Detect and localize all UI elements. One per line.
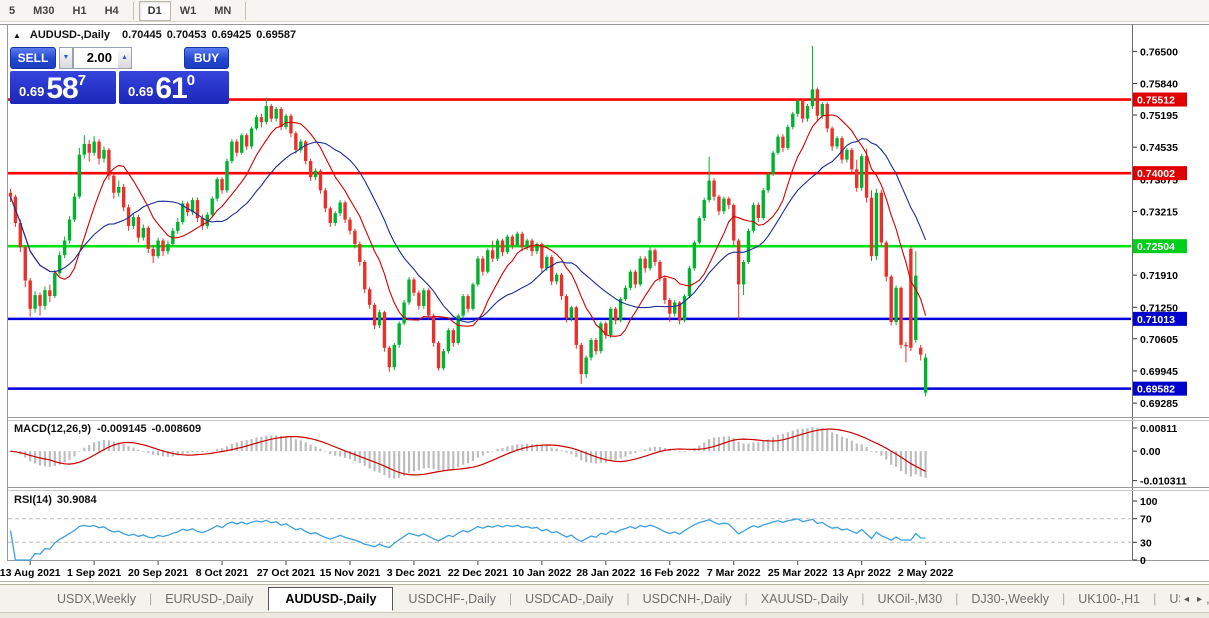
svg-text:0.76500: 0.76500 <box>1140 46 1178 58</box>
ohlc-close: 0.69587 <box>256 29 296 41</box>
svg-text:7 Mar 2022: 7 Mar 2022 <box>707 567 761 579</box>
svg-text:10 Jan 2022: 10 Jan 2022 <box>512 567 571 579</box>
price-axis-badges: 0.75512 0.74002 0.72504 0.71013 0.69582 <box>1133 93 1187 396</box>
one-click-trade-panel: SELL ▼ ▲ BUY 0.69 58 7 0.69 61 0 <box>10 45 229 106</box>
svg-text:20 Sep 2021: 20 Sep 2021 <box>128 567 188 579</box>
svg-text:15 Nov 2021: 15 Nov 2021 <box>320 567 381 579</box>
tab-usdcnh-daily[interactable]: USDCNH-,Daily <box>630 588 745 610</box>
buy-price-display[interactable]: 0.69 61 0 <box>119 71 229 104</box>
tab-uk100-h1[interactable]: UK100-,H1 <box>1065 588 1153 610</box>
toolbar-separator <box>245 2 246 20</box>
rsi-value: 30.9084 <box>57 494 98 506</box>
timeframe-button-m30[interactable]: M30 <box>24 1 63 21</box>
tab-usdcad-daily[interactable]: USDCAD-,Daily <box>512 588 626 610</box>
buy-price-pipette: 0 <box>187 72 195 89</box>
svg-text:-0.010311: -0.010311 <box>1140 476 1187 488</box>
tab-usdx-weekly[interactable]: USDX,Weekly <box>44 588 149 610</box>
svg-text:16 Feb 2022: 16 Feb 2022 <box>640 567 700 579</box>
buy-price-prefix: 0.69 <box>128 84 153 102</box>
timeframe-button-5[interactable]: 5 <box>0 1 24 21</box>
tab-dj30-weekly[interactable]: DJ30-,Weekly <box>958 588 1062 610</box>
svg-text:25 Mar 2022: 25 Mar 2022 <box>768 567 828 579</box>
svg-text:28 Jan 2022: 28 Jan 2022 <box>576 567 635 579</box>
chart-header: ▲ AUDUSD-,Daily 0.70445 0.70453 0.69425 0.6… <box>13 29 296 41</box>
rsi-panel-label: RSI(14)30.9084 <box>14 494 98 506</box>
macd-value-signal: -0.008609 <box>152 423 202 435</box>
tab-scroll-right-icon[interactable]: ▸ <box>1197 594 1202 605</box>
ohlc-low: 0.69425 <box>212 29 252 41</box>
svg-text:0.71013: 0.71013 <box>1137 314 1175 326</box>
tab-audusd-daily[interactable]: AUDUSD-,Daily <box>268 587 393 611</box>
timeframe-toolbar: 5M30H1H4 D1W1MN <box>0 0 1209 22</box>
volume-decrease-button[interactable]: ▼ <box>59 47 73 69</box>
sell-price-pipette: 7 <box>78 72 86 89</box>
svg-text:70: 70 <box>1140 514 1152 526</box>
svg-text:0.70605: 0.70605 <box>1140 334 1178 346</box>
tab-ukoil-m30[interactable]: UKOil-,M30 <box>865 588 956 610</box>
timeframe-button-h4[interactable]: H4 <box>96 1 128 21</box>
macd-value-main: -0.009145 <box>97 423 147 435</box>
timeframe-button-mn[interactable]: MN <box>205 1 240 21</box>
collapse-panel-icon[interactable]: ▲ <box>13 31 21 40</box>
svg-text:3 Dec 2021: 3 Dec 2021 <box>387 567 441 579</box>
bottom-strip <box>0 612 1209 618</box>
ohlc-values: 0.70445 0.70453 0.69425 0.69587 <box>117 29 296 41</box>
date-axis: 13 Aug 2021 1 Sep 2021 20 Sep 2021 8 Oct 20… <box>0 561 954 579</box>
symbol-tabbar: USDX,Weekly|EURUSD-,DailyAUDUSD-,DailyUS… <box>0 584 1209 612</box>
ohlc-open: 0.70445 <box>122 29 162 41</box>
svg-text:0.69285: 0.69285 <box>1140 398 1178 410</box>
svg-text:0.69582: 0.69582 <box>1137 384 1175 396</box>
svg-text:0.00811: 0.00811 <box>1140 423 1178 435</box>
svg-text:13 Apr 2022: 13 Apr 2022 <box>832 567 891 579</box>
svg-text:22 Dec 2021: 22 Dec 2021 <box>448 567 508 579</box>
svg-text:0.74535: 0.74535 <box>1140 142 1178 154</box>
svg-text:0.73215: 0.73215 <box>1140 207 1178 219</box>
volume-increase-button[interactable]: ▲ <box>118 47 132 69</box>
svg-text:8 Oct 2021: 8 Oct 2021 <box>196 567 249 579</box>
svg-text:13 Aug 2021: 13 Aug 2021 <box>0 567 61 579</box>
sell-price-big: 58 <box>46 76 77 102</box>
svg-text:30: 30 <box>1140 537 1152 549</box>
svg-text:0.74002: 0.74002 <box>1137 168 1175 180</box>
tab-eurusd-daily[interactable]: EURUSD-,Daily <box>152 588 266 610</box>
sell-price-prefix: 0.69 <box>19 84 44 102</box>
tab-scroll-controls: ◂ ▸ <box>1180 585 1206 612</box>
svg-text:0.75840: 0.75840 <box>1140 79 1178 91</box>
svg-text:0.00: 0.00 <box>1140 446 1161 458</box>
timeframe-button-h1[interactable]: H1 <box>64 1 96 21</box>
tab-xauusd-daily[interactable]: XAUUSD-,Daily <box>748 588 862 610</box>
chart-symbol-title: AUDUSD-,Daily <box>30 29 110 41</box>
macd-panel-label: MACD(12,26,9)-0.009145-0.008609 <box>14 423 201 435</box>
svg-text:0.69945: 0.69945 <box>1140 366 1178 378</box>
chart-frame-lines <box>0 24 1209 582</box>
svg-text:100: 100 <box>1140 496 1158 508</box>
tab-scroll-left-icon[interactable]: ◂ <box>1184 594 1189 605</box>
svg-text:0.72504: 0.72504 <box>1137 241 1175 253</box>
svg-text:0: 0 <box>1140 555 1146 567</box>
buy-button[interactable]: BUY <box>184 47 229 69</box>
timeframe-button-w1[interactable]: W1 <box>171 1 206 21</box>
sell-button[interactable]: SELL <box>10 47 56 69</box>
tab-usdchf-daily[interactable]: USDCHF-,Daily <box>395 588 509 610</box>
svg-text:27 Oct 2021: 27 Oct 2021 <box>257 567 316 579</box>
svg-text:2 May 2022: 2 May 2022 <box>898 567 954 579</box>
timeframe-button-d1[interactable]: D1 <box>139 1 171 21</box>
sell-price-display[interactable]: 0.69 58 7 <box>10 71 116 104</box>
rsi-indicator: 100 70 30 0 <box>8 496 1158 567</box>
horizontal-level-lines <box>8 100 1131 389</box>
ohlc-high: 0.70453 <box>167 29 207 41</box>
volume-input[interactable] <box>73 47 118 69</box>
svg-text:0.75195: 0.75195 <box>1140 110 1178 122</box>
svg-text:0.75512: 0.75512 <box>1137 95 1175 107</box>
svg-text:1 Sep 2021: 1 Sep 2021 <box>67 567 121 579</box>
svg-text:0.71910: 0.71910 <box>1140 270 1178 282</box>
toolbar-separator <box>133 2 134 20</box>
buy-price-big: 61 <box>155 76 186 102</box>
